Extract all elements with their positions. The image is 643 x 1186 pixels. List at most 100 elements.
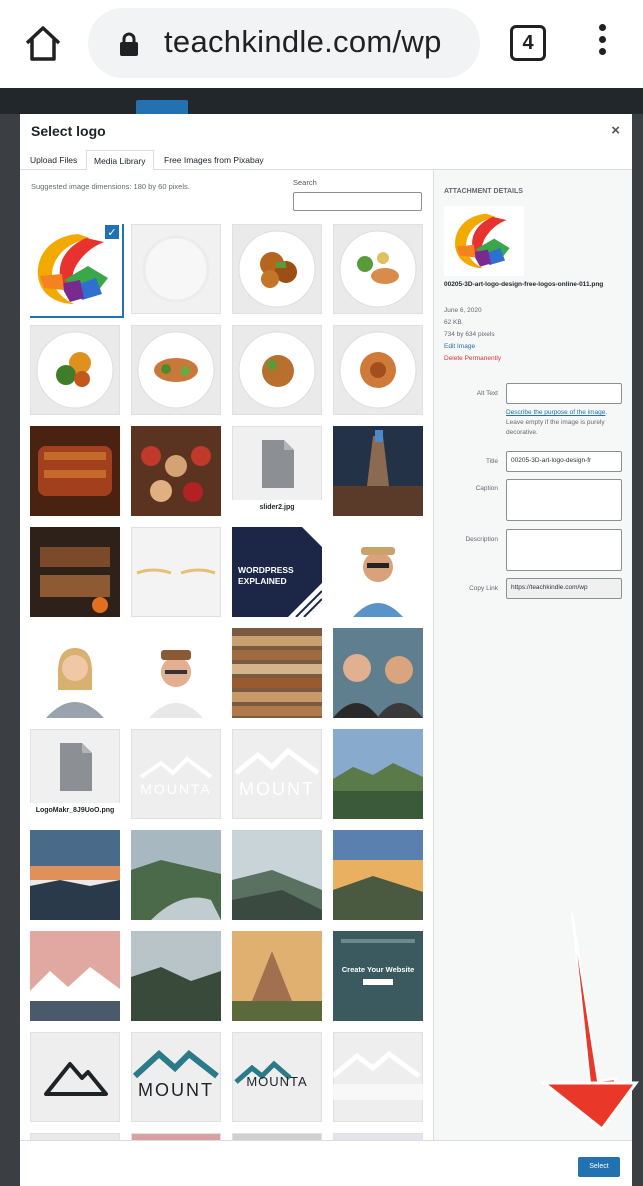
food-plate-image xyxy=(339,230,417,308)
details-heading: Attachment Details xyxy=(444,188,523,195)
tab-upload-files[interactable]: Upload Files xyxy=(23,150,84,170)
landscape-image xyxy=(30,830,120,920)
media-item-faded-plate[interactable] xyxy=(131,224,221,314)
media-item-food-plate-5[interactable] xyxy=(232,325,322,415)
landscape-image xyxy=(30,931,120,1021)
delete-permanently-link[interactable]: Delete Permanently xyxy=(444,355,501,362)
mountain-logo-image xyxy=(234,747,320,776)
edit-image-link[interactable]: Edit Image xyxy=(444,343,475,350)
media-item-woman[interactable] xyxy=(30,628,120,718)
media-item-mountain-outline[interactable] xyxy=(30,1032,120,1122)
media-item-website-template[interactable]: Create Your Website xyxy=(333,931,423,1021)
file-name: slider2.jpg xyxy=(232,500,322,516)
media-item-man-glasses[interactable] xyxy=(131,628,221,718)
media-item-food-plate-1[interactable] xyxy=(232,224,322,314)
grill-image xyxy=(30,527,120,617)
media-item-landscape-2[interactable] xyxy=(30,830,120,920)
tab-media-library[interactable]: Media Library xyxy=(86,150,154,170)
modal-toolbar: Select xyxy=(20,1140,632,1186)
media-item-mountain-logo-faded-3[interactable] xyxy=(333,1032,423,1122)
details-dimensions: 734 by 634 pixels xyxy=(444,331,495,338)
media-item-bbq-ribs[interactable] xyxy=(30,426,120,516)
media-item-grill-brush[interactable] xyxy=(333,426,423,516)
plate-image xyxy=(142,235,210,303)
media-item-wheat[interactable] xyxy=(131,527,221,617)
alt-text-help-link[interactable]: Describe the purpose of the image xyxy=(506,409,605,416)
details-filename: 00205-3D-art-logo-design-free-logos-onli… xyxy=(444,281,604,288)
copy-link-label: Copy Link xyxy=(469,585,498,592)
check-icon: ✓ xyxy=(104,224,120,240)
media-item-food-plate-2[interactable] xyxy=(333,224,423,314)
kebab-image xyxy=(131,426,221,516)
mountain-logo-image xyxy=(44,1062,108,1096)
media-item-food-plate-6[interactable] xyxy=(333,325,423,415)
tab-switcher-button[interactable]: 4 xyxy=(510,25,546,61)
modal-title: Select logo xyxy=(31,123,106,139)
copy-link-input[interactable]: https://teachkindle.com/wp xyxy=(506,578,622,599)
mountain-wordmark: MOUNTA xyxy=(140,781,212,797)
media-item-landscape-5[interactable] xyxy=(333,830,423,920)
landscape-image xyxy=(131,931,221,1021)
media-item-landscape-3[interactable] xyxy=(131,830,221,920)
website-image xyxy=(333,931,423,1021)
food-plate-image xyxy=(238,331,316,409)
media-item-kebabs[interactable] xyxy=(131,426,221,516)
media-item-3d-logo[interactable]: ✓ xyxy=(30,224,120,314)
admin-bar xyxy=(0,88,643,114)
details-thumbnail xyxy=(444,206,524,276)
media-item-two-men[interactable] xyxy=(333,628,423,718)
media-item-food-plate-3[interactable] xyxy=(30,325,120,415)
caption-label: Caption xyxy=(475,485,498,492)
website-heading: Create Your Website xyxy=(341,965,415,974)
media-item-food-plate-4[interactable] xyxy=(131,325,221,415)
close-icon[interactable]: × xyxy=(611,122,620,139)
landscape-image xyxy=(333,729,423,819)
home-icon[interactable] xyxy=(22,22,64,64)
details-date: June 6, 2020 xyxy=(444,307,482,314)
wordpress-title-line: WORDPRESS xyxy=(238,565,294,575)
media-item-landscape-6[interactable] xyxy=(30,931,120,1021)
media-item-landscape-8[interactable] xyxy=(232,931,322,1021)
food-plate-image xyxy=(137,331,215,409)
media-item-mountain-logo-teal-1[interactable]: MOUNT xyxy=(131,1032,221,1122)
address-bar[interactable]: teachkindle.com/wp xyxy=(88,8,480,78)
mountain-logo-image xyxy=(139,756,213,779)
logo-image xyxy=(455,213,510,269)
media-item-grilled-meat[interactable] xyxy=(30,527,120,617)
more-menu-icon[interactable] xyxy=(590,24,614,64)
media-item-man-hat[interactable] xyxy=(333,527,423,617)
media-item-slider2[interactable]: slider2.jpg xyxy=(232,426,322,516)
title-label: Title xyxy=(485,458,498,465)
alt-text-input[interactable] xyxy=(506,383,622,404)
landscape-image xyxy=(333,830,423,920)
media-item-books[interactable] xyxy=(232,628,322,718)
alt-text-label: Alt Text xyxy=(476,390,498,397)
alt-text-help: Describe the purpose of the image. Leave… xyxy=(506,408,624,438)
media-item-mountain-logo-teal-2[interactable]: MOUNTA xyxy=(232,1032,322,1122)
media-item-landscape-1[interactable] xyxy=(333,729,423,819)
wheat-image xyxy=(136,568,216,575)
caption-textarea[interactable] xyxy=(506,479,622,521)
media-item-landscape-7[interactable] xyxy=(131,931,221,1021)
browser-toolbar: teachkindle.com/wp 4 xyxy=(0,0,643,88)
tab-pixabay[interactable]: Free Images from Pixabay xyxy=(157,150,271,170)
portrait-image xyxy=(333,527,423,617)
title-input[interactable]: 00205-3D-art-logo-design-fr xyxy=(506,451,622,472)
description-textarea[interactable] xyxy=(506,529,622,571)
select-button[interactable]: Select xyxy=(578,1157,620,1177)
portrait-image xyxy=(131,628,221,718)
media-item-wordpress-explained[interactable]: WORDPRESS EXPLAINED xyxy=(232,527,322,617)
description-label: Description xyxy=(465,536,498,543)
mountain-logo-image xyxy=(333,1050,423,1100)
food-plate-image xyxy=(238,230,316,308)
media-item-mountain-logo-faded-1[interactable]: MOUNTA xyxy=(131,729,221,819)
modal-tabs: Upload Files Media Library Free Images f… xyxy=(20,148,632,170)
red-arrow-icon xyxy=(540,912,639,1132)
ribs-image xyxy=(30,426,120,516)
search-input[interactable] xyxy=(293,192,422,211)
landscape-image xyxy=(131,830,221,920)
details-size: 62 KB xyxy=(444,319,462,326)
media-item-landscape-4[interactable] xyxy=(232,830,322,920)
media-item-mountain-logo-faded-2[interactable]: MOUNT xyxy=(232,729,322,819)
media-item-logomakr[interactable]: LogoMakr_8J9UoO.png xyxy=(30,729,120,819)
